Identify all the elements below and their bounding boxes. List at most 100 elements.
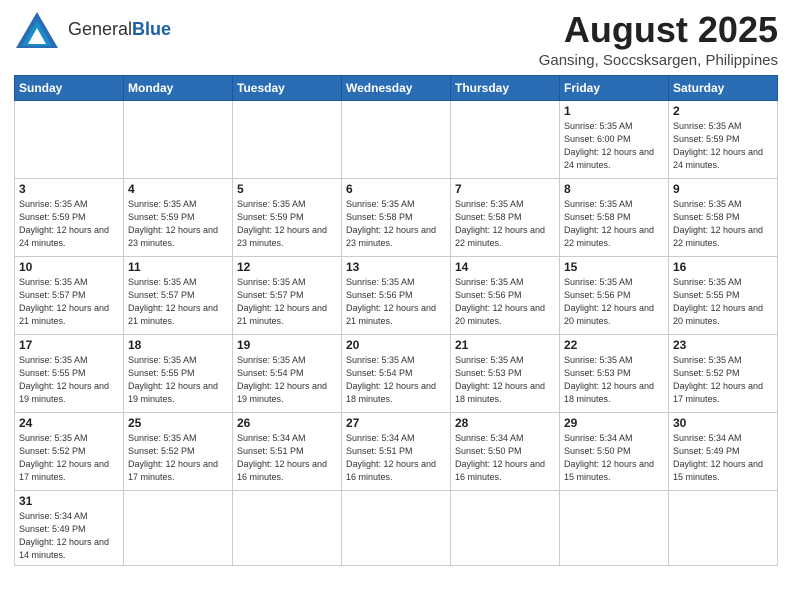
calendar-table: SundayMondayTuesdayWednesdayThursdayFrid… [14, 75, 778, 566]
calendar-cell: 8Sunrise: 5:35 AM Sunset: 5:58 PM Daylig… [560, 178, 669, 256]
weekday-header-friday: Friday [560, 75, 669, 100]
day-number: 11 [128, 260, 228, 274]
calendar-cell: 16Sunrise: 5:35 AM Sunset: 5:55 PM Dayli… [669, 256, 778, 334]
weekday-header-thursday: Thursday [451, 75, 560, 100]
day-info: Sunrise: 5:35 AM Sunset: 5:52 PM Dayligh… [128, 432, 228, 484]
day-info: Sunrise: 5:35 AM Sunset: 5:59 PM Dayligh… [673, 120, 773, 172]
weekday-header-row: SundayMondayTuesdayWednesdayThursdayFrid… [15, 75, 778, 100]
day-number: 28 [455, 416, 555, 430]
calendar-cell: 26Sunrise: 5:34 AM Sunset: 5:51 PM Dayli… [233, 412, 342, 490]
day-info: Sunrise: 5:35 AM Sunset: 5:56 PM Dayligh… [455, 276, 555, 328]
calendar-cell: 22 Sunrise: 5:35 AM Sunset: 5:53 PM Dayli… [560, 334, 669, 412]
week-row-0: 1 Sunrise: 5:35 AM Sunset: 6:00 PM Daylig… [15, 100, 778, 178]
day-number: 31 [19, 494, 119, 508]
day-info: Sunrise: 5:35 AM Sunset: 6:00 PM Dayligh… [564, 120, 664, 172]
day-number: 30 [673, 416, 773, 430]
week-row-4: 24 Sunrise: 5:35 AM Sunset: 5:52 PM Dayli… [15, 412, 778, 490]
calendar-cell: 21 Sunrise: 5:35 AM Sunset: 5:53 PM Dayli… [451, 334, 560, 412]
calendar-cell [560, 490, 669, 565]
calendar-cell: 30 Sunrise: 5:34 AM Sunset: 5:49 PM Dayli… [669, 412, 778, 490]
day-info: Sunrise: 5:34 AM Sunset: 5:50 PM Dayligh… [564, 432, 664, 484]
day-info: Sunrise: 5:35 AM Sunset: 5:57 PM Dayligh… [237, 276, 337, 328]
day-number: 6 [346, 182, 446, 196]
calendar-cell: 23 Sunrise: 5:35 AM Sunset: 5:52 PM Dayli… [669, 334, 778, 412]
calendar-cell: 7 Sunrise: 5:35 AM Sunset: 5:58 PM Daylig… [451, 178, 560, 256]
title-block: August 2025 Gansing, Soccsksargen, Phili… [539, 10, 778, 69]
day-info: Sunrise: 5:35 AM Sunset: 5:58 PM Dayligh… [455, 198, 555, 250]
day-number: 16 [673, 260, 773, 274]
month-title: August 2025 [539, 10, 778, 50]
day-info: Sunrise: 5:35 AM Sunset: 5:58 PM Dayligh… [564, 198, 664, 250]
weekday-header-wednesday: Wednesday [342, 75, 451, 100]
day-info: Sunrise: 5:35 AM Sunset: 5:56 PM Dayligh… [346, 276, 446, 328]
calendar-cell: 27 Sunrise: 5:34 AM Sunset: 5:51 PM Dayli… [342, 412, 451, 490]
day-number: 14 [455, 260, 555, 274]
day-number: 22 [564, 338, 664, 352]
logo-text-block: GeneralBlue [68, 20, 171, 40]
day-info: Sunrise: 5:35 AM Sunset: 5:57 PM Dayligh… [19, 276, 119, 328]
calendar-cell: 18 Sunrise: 5:35 AM Sunset: 5:55 PM Dayli… [124, 334, 233, 412]
calendar-page: GeneralBlue August 2025 Gansing, Soccsks… [0, 0, 792, 612]
calendar-cell [451, 490, 560, 565]
weekday-header-monday: Monday [124, 75, 233, 100]
day-info: Sunrise: 5:35 AM Sunset: 5:54 PM Dayligh… [346, 354, 446, 406]
day-number: 23 [673, 338, 773, 352]
day-info: Sunrise: 5:35 AM Sunset: 5:53 PM Dayligh… [564, 354, 664, 406]
day-info: Sunrise: 5:35 AM Sunset: 5:53 PM Dayligh… [455, 354, 555, 406]
day-number: 29 [564, 416, 664, 430]
calendar-cell [124, 490, 233, 565]
calendar-cell: 25 Sunrise: 5:35 AM Sunset: 5:52 PM Dayli… [124, 412, 233, 490]
day-number: 20 [346, 338, 446, 352]
calendar-cell: 29 Sunrise: 5:34 AM Sunset: 5:50 PM Dayli… [560, 412, 669, 490]
day-number: 5 [237, 182, 337, 196]
calendar-cell: 13 Sunrise: 5:35 AM Sunset: 5:56 PM Dayli… [342, 256, 451, 334]
day-info: Sunrise: 5:35 AM Sunset: 5:59 PM Dayligh… [19, 198, 119, 250]
day-info: Sunrise: 5:34 AM Sunset: 5:51 PM Dayligh… [346, 432, 446, 484]
logo-general: General [68, 19, 132, 39]
calendar-cell [233, 490, 342, 565]
day-info: Sunrise: 5:35 AM Sunset: 5:59 PM Dayligh… [128, 198, 228, 250]
day-number: 21 [455, 338, 555, 352]
day-info: Sunrise: 5:35 AM Sunset: 5:55 PM Dayligh… [19, 354, 119, 406]
day-number: 12 [237, 260, 337, 274]
day-number: 26 [237, 416, 337, 430]
week-row-5: 31Sunrise: 5:34 AM Sunset: 5:49 PM Dayli… [15, 490, 778, 565]
calendar-cell: 14 Sunrise: 5:35 AM Sunset: 5:56 PM Dayli… [451, 256, 560, 334]
day-number: 18 [128, 338, 228, 352]
day-info: Sunrise: 5:34 AM Sunset: 5:49 PM Dayligh… [673, 432, 773, 484]
day-info: Sunrise: 5:35 AM Sunset: 5:54 PM Dayligh… [237, 354, 337, 406]
logo-blue: Blue [132, 19, 171, 39]
calendar-cell: 10Sunrise: 5:35 AM Sunset: 5:57 PM Dayli… [15, 256, 124, 334]
day-info: Sunrise: 5:35 AM Sunset: 5:56 PM Dayligh… [564, 276, 664, 328]
calendar-cell: 5Sunrise: 5:35 AM Sunset: 5:59 PM Daylig… [233, 178, 342, 256]
day-info: Sunrise: 5:35 AM Sunset: 5:58 PM Dayligh… [346, 198, 446, 250]
weekday-header-tuesday: Tuesday [233, 75, 342, 100]
day-info: Sunrise: 5:34 AM Sunset: 5:50 PM Dayligh… [455, 432, 555, 484]
location-title: Gansing, Soccsksargen, Philippines [539, 52, 778, 69]
day-info: Sunrise: 5:35 AM Sunset: 5:52 PM Dayligh… [673, 354, 773, 406]
calendar-cell: 15 Sunrise: 5:35 AM Sunset: 5:56 PM Dayli… [560, 256, 669, 334]
day-number: 24 [19, 416, 119, 430]
day-info: Sunrise: 5:35 AM Sunset: 5:57 PM Dayligh… [128, 276, 228, 328]
day-number: 15 [564, 260, 664, 274]
calendar-cell: 24Sunrise: 5:35 AM Sunset: 5:52 PM Dayli… [15, 412, 124, 490]
day-number: 2 [673, 104, 773, 118]
day-info: Sunrise: 5:35 AM Sunset: 5:58 PM Dayligh… [673, 198, 773, 250]
calendar-cell: 17Sunrise: 5:35 AM Sunset: 5:55 PM Dayli… [15, 334, 124, 412]
calendar-cell [233, 100, 342, 178]
weekday-header-sunday: Sunday [15, 75, 124, 100]
week-row-2: 10Sunrise: 5:35 AM Sunset: 5:57 PM Dayli… [15, 256, 778, 334]
day-number: 7 [455, 182, 555, 196]
calendar-cell: 1 Sunrise: 5:35 AM Sunset: 6:00 PM Daylig… [560, 100, 669, 178]
day-number: 9 [673, 182, 773, 196]
calendar-cell: 28 Sunrise: 5:34 AM Sunset: 5:50 PM Dayli… [451, 412, 560, 490]
calendar-cell: 6 Sunrise: 5:35 AM Sunset: 5:58 PM Daylig… [342, 178, 451, 256]
day-number: 27 [346, 416, 446, 430]
day-info: Sunrise: 5:35 AM Sunset: 5:55 PM Dayligh… [128, 354, 228, 406]
day-number: 4 [128, 182, 228, 196]
day-number: 1 [564, 104, 664, 118]
calendar-cell [451, 100, 560, 178]
logo-icon [14, 10, 60, 50]
day-number: 25 [128, 416, 228, 430]
day-number: 13 [346, 260, 446, 274]
